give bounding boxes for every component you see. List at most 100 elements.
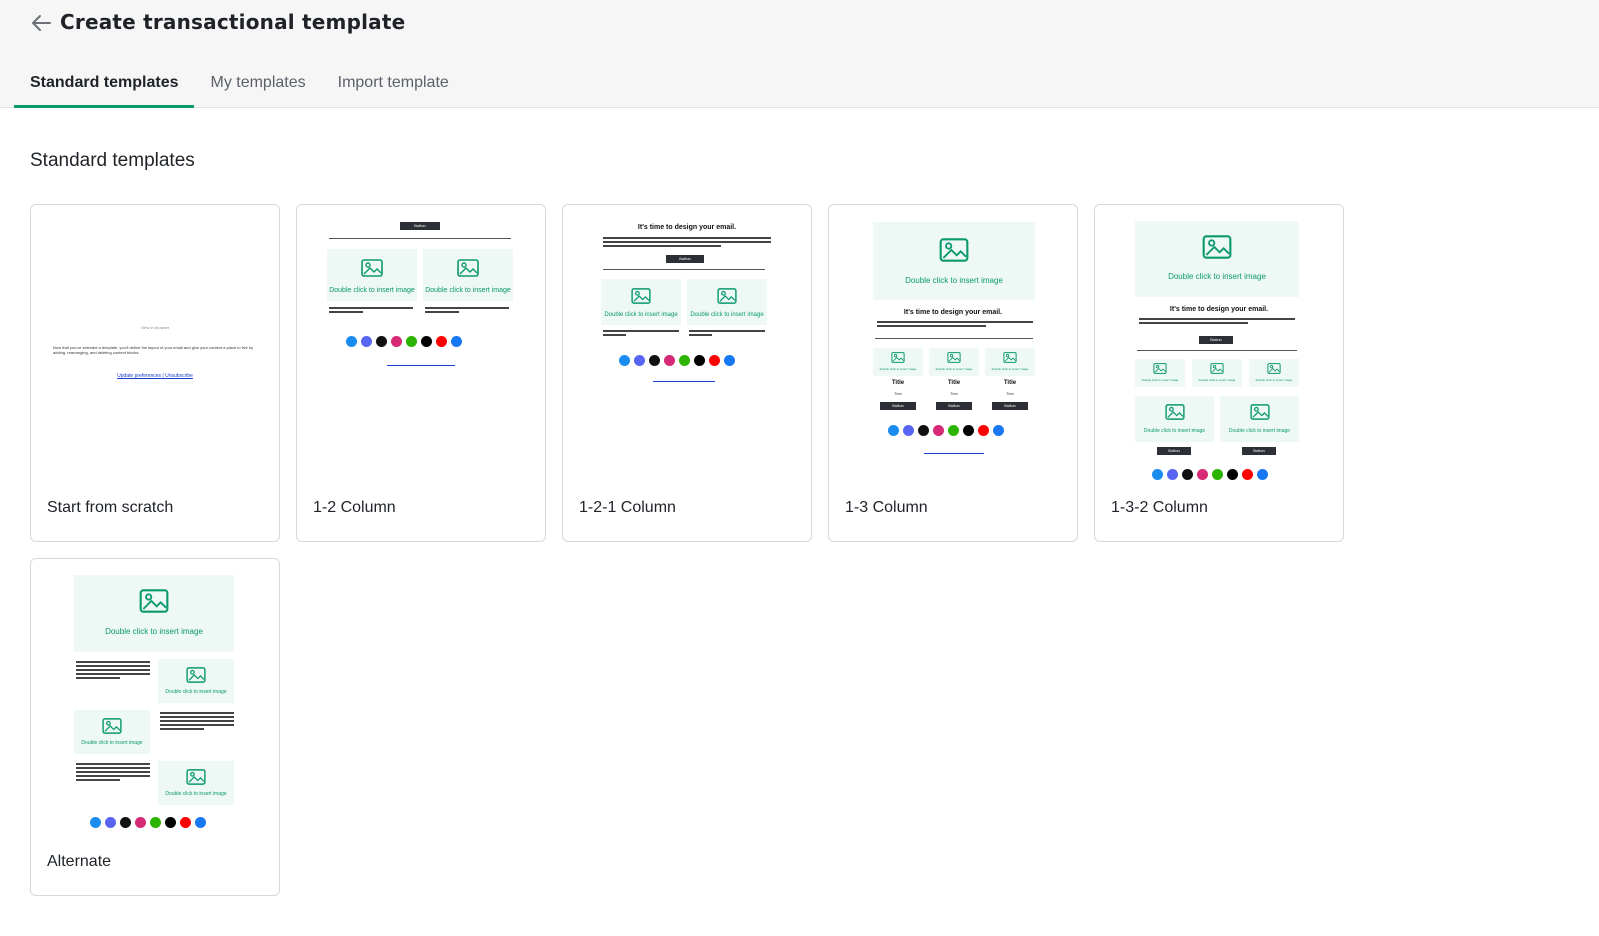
appstore-icon: [619, 355, 630, 366]
image-caption: Double click to insert image: [329, 287, 415, 294]
image-placeholder: Double click to insert image: [601, 279, 681, 325]
appstore-icon: [346, 336, 357, 347]
text-lines: [160, 712, 234, 732]
template-label: Start from scratch: [47, 499, 174, 516]
template-thumbnail: Double click to insert image It's time t…: [1095, 205, 1343, 485]
template-card-1-3-2-column[interactable]: Double click to insert image It's time t…: [1094, 204, 1344, 542]
x-icon: [694, 355, 705, 366]
youtube-icon: [180, 817, 191, 828]
text-lines: [689, 330, 765, 338]
arrow-left-icon[interactable]: [30, 12, 52, 34]
facebook-icon: [195, 817, 206, 828]
googleplay-icon: [649, 355, 660, 366]
text-lines: [603, 237, 771, 249]
discord-icon: [361, 336, 372, 347]
instagram-icon: [1197, 469, 1208, 480]
tab-bar: Standard templates My templates Import t…: [14, 64, 465, 108]
template-label: 1-3 Column: [845, 499, 928, 516]
thumb-button: Button: [992, 402, 1028, 410]
image-icon: [891, 352, 905, 363]
tab-my-templates[interactable]: My templates: [194, 64, 321, 108]
image-placeholder: Double click to insert image: [1135, 221, 1299, 297]
googleplay-icon: [120, 817, 131, 828]
instagram-icon: [933, 425, 944, 436]
text-lines: [603, 330, 679, 338]
x-icon: [1227, 469, 1238, 480]
image-icon: [1267, 363, 1281, 374]
social-icons-row: [888, 425, 1004, 436]
image-icon: [1210, 363, 1224, 374]
image-icon: [717, 288, 737, 304]
social-icons-row: [346, 336, 462, 347]
facebook-icon: [451, 336, 462, 347]
image-placeholder: Double click to insert image: [985, 348, 1035, 376]
template-thumbnail: It's time to design your email. Button D…: [563, 205, 811, 485]
image-placeholder: Double click to insert image: [327, 249, 417, 301]
discord-icon: [105, 817, 116, 828]
image-placeholder: Double click to insert image: [1249, 359, 1299, 387]
text-lines: [877, 321, 1033, 329]
image-icon: [139, 589, 169, 613]
instagram-icon: [391, 336, 402, 347]
naver-icon: [150, 817, 161, 828]
col-title: Title: [1003, 380, 1017, 386]
template-card-1-2-column[interactable]: Button Double click to insert image Doub…: [296, 204, 546, 542]
col-text: Text: [950, 391, 958, 396]
x-icon: [963, 425, 974, 436]
image-caption: Double click to insert image: [1141, 378, 1179, 382]
image-icon: [457, 259, 479, 277]
x-icon: [421, 336, 432, 347]
image-placeholder: Double click to insert image: [1192, 359, 1242, 387]
social-icons-row: [1152, 469, 1268, 480]
template-card-alternate[interactable]: Double click to insert image Double clic…: [30, 558, 280, 896]
discord-icon: [1167, 469, 1178, 480]
googleplay-icon: [376, 336, 387, 347]
unsubscribe-link: Unsubscribe: [165, 373, 193, 379]
preferences-links: Update preferences | Unsubscribe: [31, 373, 279, 379]
thumb-button: Button: [666, 255, 704, 263]
facebook-icon: [724, 355, 735, 366]
col-title: Title: [891, 380, 905, 386]
divider: [1137, 350, 1297, 351]
image-placeholder: Double click to insert image: [929, 348, 979, 376]
image-caption: Double click to insert image: [905, 276, 1003, 285]
image-icon: [1164, 404, 1185, 420]
image-icon: [1003, 352, 1017, 363]
col-text: Text: [1006, 391, 1014, 396]
template-card-1-3-column[interactable]: Double click to insert image It's time t…: [828, 204, 1078, 542]
image-caption: Double click to insert image: [165, 791, 227, 797]
image-caption: Double click to insert image: [991, 367, 1029, 371]
footer-links: [653, 381, 715, 384]
template-label: Alternate: [47, 853, 112, 870]
image-caption: Double click to insert image: [935, 367, 973, 371]
thumb-button: Button: [880, 402, 916, 410]
tab-standard-templates[interactable]: Standard templates: [14, 64, 195, 108]
image-placeholder: Double click to insert image: [74, 710, 150, 754]
text-lines: [1139, 318, 1295, 326]
divider: [329, 238, 511, 239]
page-title: Create transactional template: [60, 10, 406, 34]
text-lines: [76, 763, 150, 783]
thumb-heading: It's time to design your email.: [903, 309, 1003, 316]
youtube-icon: [1242, 469, 1253, 480]
image-placeholder: Double click to insert image: [873, 348, 923, 376]
template-thumbnail: View in browser Now that you've selected…: [31, 205, 279, 485]
image-caption: Double click to insert image: [604, 312, 678, 318]
divider: [875, 338, 1033, 339]
text-lines: [76, 661, 150, 681]
template-thumbnail: Double click to insert image Double clic…: [31, 559, 279, 839]
image-icon: [102, 718, 122, 734]
discord-icon: [903, 425, 914, 436]
update-preferences-link: Update preferences: [117, 373, 162, 379]
youtube-icon: [436, 336, 447, 347]
section-title: Standard templates: [30, 150, 195, 171]
image-caption: Double click to insert image: [425, 287, 511, 294]
discord-icon: [634, 355, 645, 366]
image-caption: Double click to insert image: [1228, 428, 1291, 434]
top-bar: Create transactional template Standard t…: [0, 0, 1599, 108]
scratch-body-text: Now that you've selected a template, you…: [53, 345, 254, 355]
template-card-start-from-scratch[interactable]: View in browser Now that you've selected…: [30, 204, 280, 542]
tab-import-template[interactable]: Import template: [322, 64, 465, 108]
image-placeholder: Double click to insert image: [687, 279, 767, 325]
template-card-1-2-1-column[interactable]: It's time to design your email. Button D…: [562, 204, 812, 542]
